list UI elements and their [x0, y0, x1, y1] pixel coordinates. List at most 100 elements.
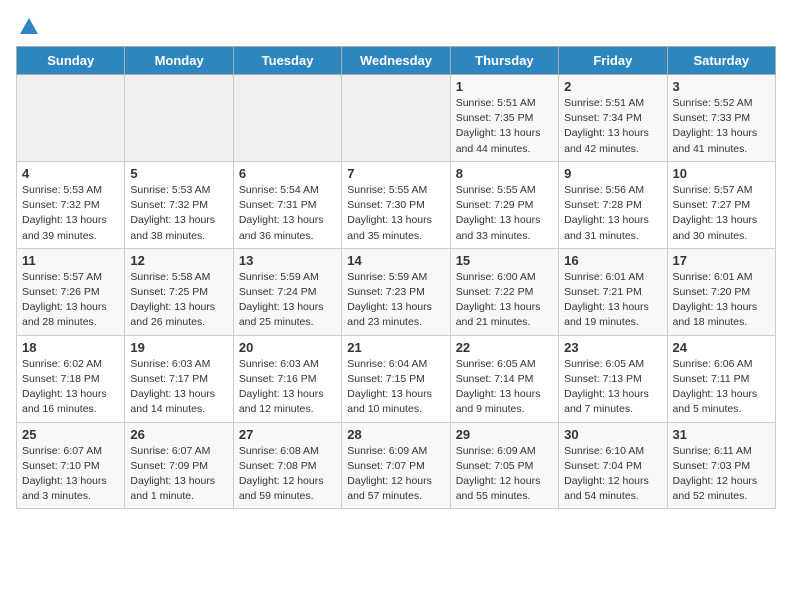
- calendar-cell: 21 Sunrise: 6:04 AM Sunset: 7:15 PM Dayli…: [342, 335, 450, 422]
- calendar-cell: 16 Sunrise: 6:01 AM Sunset: 7:21 PM Dayli…: [559, 248, 667, 335]
- day-info: Sunrise: 5:51 AM Sunset: 7:34 PM Dayligh…: [564, 96, 661, 157]
- day-number: 31: [673, 427, 770, 442]
- calendar-cell: 10 Sunrise: 5:57 AM Sunset: 7:27 PM Dayli…: [667, 161, 775, 248]
- day-info: Sunrise: 5:58 AM Sunset: 7:25 PM Dayligh…: [130, 270, 227, 331]
- day-info: Sunrise: 6:11 AM Sunset: 7:03 PM Dayligh…: [673, 444, 770, 505]
- calendar-week-row: 11Sunrise: 5:57 AM Sunset: 7:26 PM Dayli…: [17, 248, 776, 335]
- calendar-cell: 1 Sunrise: 5:51 AM Sunset: 7:35 PM Daylig…: [450, 75, 558, 162]
- calendar-cell: [125, 75, 233, 162]
- calendar-cell: 22Sunrise: 6:05 AM Sunset: 7:14 PM Dayli…: [450, 335, 558, 422]
- calendar-cell: 12 Sunrise: 5:58 AM Sunset: 7:25 PM Dayli…: [125, 248, 233, 335]
- day-number: 3: [673, 79, 770, 94]
- day-number: 16: [564, 253, 661, 268]
- calendar-week-row: 4 Sunrise: 5:53 AM Sunset: 7:32 PM Daylig…: [17, 161, 776, 248]
- day-info: Sunrise: 5:51 AM Sunset: 7:35 PM Dayligh…: [456, 96, 553, 157]
- calendar-cell: [233, 75, 341, 162]
- day-info: Sunrise: 6:09 AM Sunset: 7:05 PM Dayligh…: [456, 444, 553, 505]
- calendar-cell: 13Sunrise: 5:59 AM Sunset: 7:24 PM Dayli…: [233, 248, 341, 335]
- day-number: 23: [564, 340, 661, 355]
- col-header-sunday: Sunday: [17, 47, 125, 75]
- day-number: 11: [22, 253, 119, 268]
- calendar-cell: 11Sunrise: 5:57 AM Sunset: 7:26 PM Dayli…: [17, 248, 125, 335]
- day-number: 1: [456, 79, 553, 94]
- day-number: 4: [22, 166, 119, 181]
- calendar-week-row: 25 Sunrise: 6:07 AM Sunset: 7:10 PM Dayli…: [17, 422, 776, 509]
- col-header-wednesday: Wednesday: [342, 47, 450, 75]
- day-info: Sunrise: 6:03 AM Sunset: 7:17 PM Dayligh…: [130, 357, 227, 418]
- day-info: Sunrise: 6:04 AM Sunset: 7:15 PM Dayligh…: [347, 357, 444, 418]
- day-info: Sunrise: 6:05 AM Sunset: 7:13 PM Dayligh…: [564, 357, 661, 418]
- day-number: 25: [22, 427, 119, 442]
- calendar-cell: 18 Sunrise: 6:02 AM Sunset: 7:18 PM Dayli…: [17, 335, 125, 422]
- day-info: Sunrise: 5:53 AM Sunset: 7:32 PM Dayligh…: [130, 183, 227, 244]
- day-number: 15: [456, 253, 553, 268]
- day-info: Sunrise: 6:00 AM Sunset: 7:22 PM Dayligh…: [456, 270, 553, 331]
- day-number: 19: [130, 340, 227, 355]
- calendar-cell: [17, 75, 125, 162]
- calendar-cell: 14 Sunrise: 5:59 AM Sunset: 7:23 PM Dayli…: [342, 248, 450, 335]
- calendar-cell: [342, 75, 450, 162]
- calendar-cell: 28Sunrise: 6:09 AM Sunset: 7:07 PM Dayli…: [342, 422, 450, 509]
- page-header: [16, 16, 776, 34]
- day-info: Sunrise: 6:10 AM Sunset: 7:04 PM Dayligh…: [564, 444, 661, 505]
- day-number: 26: [130, 427, 227, 442]
- calendar-cell: 4 Sunrise: 5:53 AM Sunset: 7:32 PM Daylig…: [17, 161, 125, 248]
- day-number: 13: [239, 253, 336, 268]
- day-number: 30: [564, 427, 661, 442]
- calendar-cell: 6 Sunrise: 5:54 AM Sunset: 7:31 PM Daylig…: [233, 161, 341, 248]
- day-info: Sunrise: 6:07 AM Sunset: 7:10 PM Dayligh…: [22, 444, 119, 505]
- calendar-cell: 5 Sunrise: 5:53 AM Sunset: 7:32 PM Daylig…: [125, 161, 233, 248]
- calendar-cell: 17 Sunrise: 6:01 AM Sunset: 7:20 PM Dayli…: [667, 248, 775, 335]
- calendar-cell: 27Sunrise: 6:08 AM Sunset: 7:08 PM Dayli…: [233, 422, 341, 509]
- calendar-cell: 24 Sunrise: 6:06 AM Sunset: 7:11 PM Dayli…: [667, 335, 775, 422]
- day-number: 10: [673, 166, 770, 181]
- day-info: Sunrise: 5:53 AM Sunset: 7:32 PM Dayligh…: [22, 183, 119, 244]
- day-number: 17: [673, 253, 770, 268]
- day-info: Sunrise: 5:55 AM Sunset: 7:29 PM Dayligh…: [456, 183, 553, 244]
- col-header-thursday: Thursday: [450, 47, 558, 75]
- day-info: Sunrise: 6:09 AM Sunset: 7:07 PM Dayligh…: [347, 444, 444, 505]
- calendar-cell: 31 Sunrise: 6:11 AM Sunset: 7:03 PM Dayli…: [667, 422, 775, 509]
- day-number: 14: [347, 253, 444, 268]
- day-number: 18: [22, 340, 119, 355]
- day-info: Sunrise: 6:02 AM Sunset: 7:18 PM Dayligh…: [22, 357, 119, 418]
- col-header-tuesday: Tuesday: [233, 47, 341, 75]
- day-number: 5: [130, 166, 227, 181]
- calendar-cell: 2 Sunrise: 5:51 AM Sunset: 7:34 PM Daylig…: [559, 75, 667, 162]
- day-info: Sunrise: 5:54 AM Sunset: 7:31 PM Dayligh…: [239, 183, 336, 244]
- calendar-cell: 3 Sunrise: 5:52 AM Sunset: 7:33 PM Daylig…: [667, 75, 775, 162]
- day-info: Sunrise: 6:06 AM Sunset: 7:11 PM Dayligh…: [673, 357, 770, 418]
- calendar-week-row: 1 Sunrise: 5:51 AM Sunset: 7:35 PM Daylig…: [17, 75, 776, 162]
- calendar-week-row: 18 Sunrise: 6:02 AM Sunset: 7:18 PM Dayli…: [17, 335, 776, 422]
- calendar-header-row: SundayMondayTuesdayWednesdayThursdayFrid…: [17, 47, 776, 75]
- calendar-cell: 29 Sunrise: 6:09 AM Sunset: 7:05 PM Dayli…: [450, 422, 558, 509]
- day-number: 12: [130, 253, 227, 268]
- calendar-cell: 8 Sunrise: 5:55 AM Sunset: 7:29 PM Daylig…: [450, 161, 558, 248]
- day-number: 8: [456, 166, 553, 181]
- day-number: 9: [564, 166, 661, 181]
- col-header-friday: Friday: [559, 47, 667, 75]
- calendar-cell: 9Sunrise: 5:56 AM Sunset: 7:28 PM Daylig…: [559, 161, 667, 248]
- day-number: 22: [456, 340, 553, 355]
- calendar-cell: 23 Sunrise: 6:05 AM Sunset: 7:13 PM Dayli…: [559, 335, 667, 422]
- calendar-cell: 15 Sunrise: 6:00 AM Sunset: 7:22 PM Dayli…: [450, 248, 558, 335]
- day-info: Sunrise: 5:59 AM Sunset: 7:23 PM Dayligh…: [347, 270, 444, 331]
- day-info: Sunrise: 5:57 AM Sunset: 7:27 PM Dayligh…: [673, 183, 770, 244]
- day-number: 6: [239, 166, 336, 181]
- day-number: 7: [347, 166, 444, 181]
- day-number: 29: [456, 427, 553, 442]
- day-number: 27: [239, 427, 336, 442]
- day-number: 20: [239, 340, 336, 355]
- day-info: Sunrise: 5:52 AM Sunset: 7:33 PM Dayligh…: [673, 96, 770, 157]
- calendar-cell: 25 Sunrise: 6:07 AM Sunset: 7:10 PM Dayli…: [17, 422, 125, 509]
- day-info: Sunrise: 6:03 AM Sunset: 7:16 PM Dayligh…: [239, 357, 336, 418]
- day-info: Sunrise: 6:01 AM Sunset: 7:20 PM Dayligh…: [673, 270, 770, 331]
- day-number: 24: [673, 340, 770, 355]
- calendar-table: SundayMondayTuesdayWednesdayThursdayFrid…: [16, 46, 776, 509]
- calendar-cell: 26Sunrise: 6:07 AM Sunset: 7:09 PM Dayli…: [125, 422, 233, 509]
- day-info: Sunrise: 6:01 AM Sunset: 7:21 PM Dayligh…: [564, 270, 661, 331]
- day-number: 21: [347, 340, 444, 355]
- logo-icon: [18, 16, 40, 38]
- calendar-cell: 30 Sunrise: 6:10 AM Sunset: 7:04 PM Dayli…: [559, 422, 667, 509]
- day-number: 2: [564, 79, 661, 94]
